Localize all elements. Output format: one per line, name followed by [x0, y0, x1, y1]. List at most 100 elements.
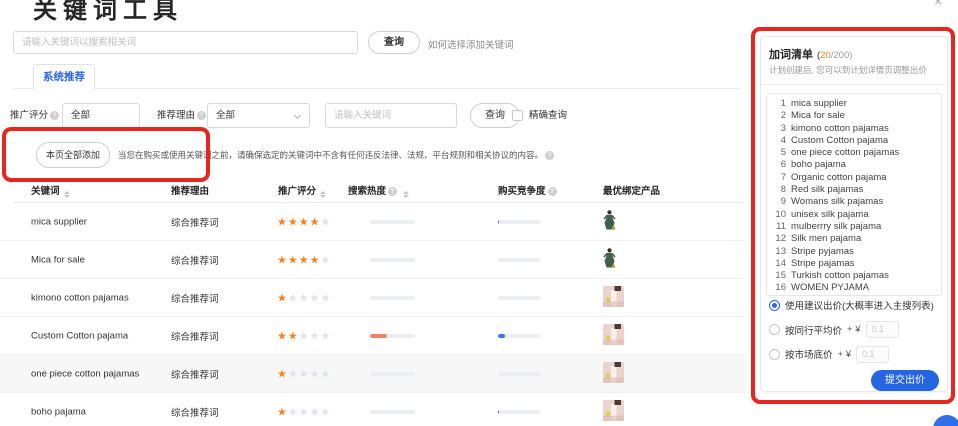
bar-track	[370, 334, 415, 338]
list-item[interactable]: 8Red silk pajamas	[767, 184, 941, 196]
list-item[interactable]: 15Turkish cotton pajamas	[767, 270, 941, 282]
product-thumbnail	[603, 248, 616, 272]
list-item[interactable]: 13 Stripe pyjamas	[767, 246, 941, 258]
help-icon: ?	[545, 151, 554, 160]
bid-option[interactable]: 按同行平均价+ ¥0.1	[766, 318, 946, 343]
bid-amount-input[interactable]: 0.1	[866, 321, 899, 338]
radio-icon[interactable]	[769, 349, 780, 360]
score-filter-select[interactable]: 全部	[62, 103, 140, 128]
bar-fill	[498, 334, 505, 338]
heat-bar	[370, 334, 415, 338]
bid-option-label: 使用建议出价(大概率进入主搜列表)	[785, 298, 934, 312]
bid-option[interactable]: 按市场底价+ ¥0.1	[766, 342, 946, 367]
list-item[interactable]: 10unisex silk pajama	[767, 209, 941, 221]
search-query-button[interactable]: 查询	[368, 31, 420, 54]
column-header-product: 最优绑定产品	[603, 180, 660, 203]
list-item[interactable]: 1mica supplier	[767, 98, 941, 110]
list-item-index: 3	[767, 123, 786, 135]
list-item[interactable]: 4 Custom Cotton pajama	[767, 135, 941, 147]
table-row[interactable]: kimono cotton pajamas综合推荐词★★★★★	[0, 279, 745, 317]
page-title: 关键词工具	[33, 0, 183, 25]
reason-filter-select[interactable]: 全部	[207, 103, 310, 128]
bar-track	[370, 258, 415, 262]
list-item-keyword: Silk men pajama	[791, 233, 861, 245]
star-icon: ★	[321, 330, 332, 342]
star-icon: ★	[321, 406, 332, 418]
heat-bar	[370, 372, 415, 376]
star-rating: ★★★★★	[277, 405, 331, 418]
tabs-divider	[13, 88, 740, 89]
help-icon: ?	[197, 111, 206, 120]
list-item-keyword: Stripe pyjamas	[791, 246, 854, 258]
list-item[interactable]: 11mulberrry silk pajama	[767, 221, 941, 233]
table-row[interactable]: boho pajama综合推荐词★★★★★	[0, 393, 745, 426]
sort-icon[interactable]	[64, 191, 70, 198]
sort-icon[interactable]	[320, 191, 326, 198]
list-item-keyword: mulberrry silk pajama	[791, 221, 881, 233]
column-header-competition: 购买竞争度?	[498, 180, 559, 203]
list-item[interactable]: 7 Organic cotton pajama	[767, 172, 941, 184]
sort-icon[interactable]	[403, 191, 409, 198]
floating-action-button[interactable]	[933, 415, 958, 426]
panel-divider	[761, 84, 947, 85]
reason-cell: 综合推荐词	[171, 405, 219, 419]
list-item[interactable]: 2Mica for sale	[767, 110, 941, 122]
star-icon: ★	[310, 254, 321, 266]
keyword-filter-input[interactable]	[325, 103, 457, 128]
add-all-button[interactable]: 本页全部添加	[36, 142, 110, 168]
star-icon: ★	[277, 292, 288, 304]
submit-bid-button[interactable]: 提交出价	[871, 370, 939, 391]
tab-system-recommend[interactable]: 系统推荐	[33, 64, 95, 89]
close-icon[interactable]: ×	[934, 0, 942, 9]
keyword-list[interactable]: 1mica supplier2Mica for sale3kimono cott…	[766, 93, 942, 296]
radio-icon[interactable]	[769, 324, 780, 335]
table-row[interactable]: mica supplier综合推荐词★★★★★	[0, 203, 745, 241]
table-body: mica supplier综合推荐词★★★★★Mica for sale综合推荐…	[0, 203, 745, 426]
radio-icon[interactable]	[769, 300, 780, 311]
help-link[interactable]: 如何选择添加关键词	[428, 37, 514, 51]
list-item-index: 13	[767, 246, 786, 258]
list-item-keyword: Organic cotton pajama	[791, 172, 887, 184]
table-row[interactable]: Custom Cotton pajama综合推荐词★★★★★	[0, 317, 745, 355]
table-row[interactable]: one piece cotton pajamas综合推荐词★★★★★	[0, 355, 745, 393]
bid-option[interactable]: 使用建议出价(大概率进入主搜列表)	[766, 293, 946, 318]
list-item[interactable]: 12Silk men pajama	[767, 233, 941, 245]
bar-track	[498, 334, 540, 338]
table-row[interactable]: Mica for sale综合推荐词★★★★★	[0, 241, 745, 279]
column-header-heat[interactable]: 搜索热度?	[348, 180, 409, 203]
star-icon: ★	[288, 216, 299, 228]
list-item-index: 1	[767, 98, 786, 110]
product-thumbnail	[603, 400, 624, 424]
help-icon: ?	[548, 187, 557, 196]
competition-bar	[498, 372, 540, 376]
table-header: 关键词 推荐理由 推广评分 搜索热度? 购买竞争度? 最优绑定产品	[0, 180, 745, 203]
list-item-index: 7	[767, 172, 786, 184]
list-item-keyword: one piece cotton pajamas	[791, 147, 899, 159]
star-icon: ★	[299, 216, 310, 228]
bid-amount-input[interactable]: 0.1	[856, 346, 889, 363]
star-icon: ★	[321, 368, 332, 380]
list-item[interactable]: 5one piece cotton pajamas	[767, 147, 941, 159]
reason-cell: 综合推荐词	[171, 215, 219, 229]
star-icon: ★	[321, 216, 332, 228]
heat-bar	[370, 258, 415, 262]
panel-subtitle: 计划创建后, 您可以到计划详情页调整出价	[769, 64, 927, 76]
list-item[interactable]: 14Stripe pajamas	[767, 258, 941, 270]
product-thumbnail	[603, 210, 616, 234]
star-rating: ★★★★★	[277, 291, 331, 304]
search-input[interactable]	[13, 31, 358, 54]
bar-fill	[498, 220, 499, 224]
list-item[interactable]: 3kimono cotton pajamas	[767, 123, 941, 135]
column-header-keyword[interactable]: 关键词	[31, 180, 70, 203]
list-item-keyword: Custom Cotton pajama	[791, 135, 888, 147]
add-word-panel: 加词清单(20/200) 计划创建后, 您可以到计划详情页调整出价 1mica …	[760, 36, 948, 392]
list-item-keyword: Stripe pajamas	[791, 258, 854, 270]
column-header-score[interactable]: 推广评分	[278, 180, 326, 203]
list-item-keyword: boho pajama	[791, 159, 846, 171]
list-item-index: 4	[767, 135, 786, 147]
exact-search-checkbox[interactable]	[512, 110, 523, 121]
star-icon: ★	[277, 406, 288, 418]
list-item[interactable]: 9Womans silk pajamas	[767, 196, 941, 208]
list-item[interactable]: 6boho pajama	[767, 159, 941, 171]
star-icon: ★	[277, 254, 288, 266]
